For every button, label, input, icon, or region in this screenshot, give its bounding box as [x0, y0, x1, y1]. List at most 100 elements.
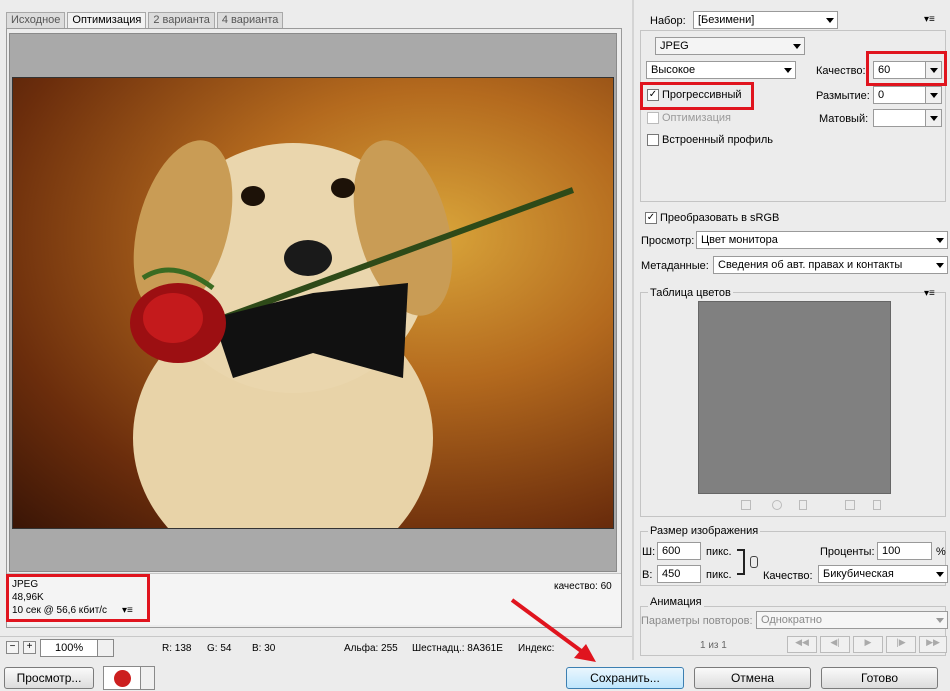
tab-optimized[interactable]: Оптимизация	[67, 12, 147, 28]
new-color-icon[interactable]	[845, 500, 855, 510]
chevron-down-icon	[936, 238, 944, 243]
preset-value: [Безимени]	[698, 14, 755, 26]
lock-icon[interactable]	[799, 500, 807, 510]
percent-input[interactable]: 100	[877, 542, 932, 560]
play-button[interactable]: ▶	[853, 636, 883, 653]
highlight-box-progressive	[640, 82, 754, 110]
chevron-down-icon	[97, 640, 113, 656]
color-table-swatches[interactable]	[698, 301, 891, 494]
done-button[interactable]: Готово	[821, 667, 938, 689]
resample-quality-label: Качество:	[763, 570, 813, 582]
format-select[interactable]: JPEG	[655, 37, 805, 55]
preset-select[interactable]: [Безимени]	[693, 11, 838, 29]
panel-divider	[632, 0, 634, 660]
link-bracket	[737, 549, 745, 575]
save-button[interactable]: Сохранить...	[566, 667, 684, 689]
srgb-label: Преобразовать в sRGB	[660, 212, 780, 224]
status-hex: Шестнадц.: 8A361E	[412, 643, 503, 654]
status-alpha: Альфа: 255	[344, 643, 398, 654]
settings-menu-icon[interactable]: ▾≡	[924, 14, 935, 25]
zoom-value: 100%	[55, 642, 84, 654]
percent-sign: %	[936, 546, 946, 558]
percent-label: Проценты:	[820, 546, 875, 558]
preview-image[interactable]	[12, 77, 614, 529]
trash-icon[interactable]	[873, 500, 881, 510]
width-input[interactable]: 600	[657, 542, 701, 560]
color-table-menu-icon[interactable]: ▾≡	[924, 288, 935, 299]
tab-original[interactable]: Исходное	[6, 12, 66, 28]
blur-label: Размытие:	[816, 90, 870, 102]
browser-select[interactable]	[103, 666, 155, 690]
percent-value: 100	[882, 545, 901, 557]
opera-icon	[114, 670, 131, 687]
view-tabs: Исходное Оптимизация 2 варианта 4 вариан…	[6, 12, 285, 28]
cancel-button[interactable]: Отмена	[694, 667, 811, 689]
chevron-down-icon	[826, 18, 834, 23]
tab-4-up[interactable]: 4 варианта	[216, 12, 284, 28]
next-frame-button[interactable]: |▶	[886, 636, 916, 653]
resample-quality-value: Бикубическая	[823, 568, 894, 580]
last-frame-button[interactable]: ▶▶	[919, 636, 947, 653]
preview-label: Просмотр:	[641, 235, 695, 247]
zoom-in-button[interactable]: +	[23, 641, 36, 654]
quality-level-select[interactable]: Высокое	[646, 61, 796, 79]
icc-profile-label: Встроенный профиль	[662, 134, 774, 146]
status-b: B: 30	[252, 643, 276, 654]
chevron-down-icon	[936, 263, 944, 268]
chevron-down-icon	[936, 572, 944, 577]
icc-profile-checkbox[interactable]	[647, 134, 659, 146]
chevron-down-icon[interactable]	[925, 87, 941, 103]
loop-label: Параметры повторов:	[641, 615, 753, 627]
metadata-label: Метаданные:	[641, 260, 709, 272]
chevron-down-icon	[140, 667, 154, 689]
preview-value: Цвет монитора	[701, 234, 778, 246]
red-arrow-annotation	[510, 598, 596, 662]
width-unit: пикс.	[706, 546, 732, 558]
chevron-down-icon	[936, 618, 944, 623]
format-value: JPEG	[660, 40, 689, 52]
highlight-box-quality	[866, 51, 947, 86]
width-value: 600	[662, 545, 681, 557]
zoom-select[interactable]: 100%	[40, 639, 114, 657]
frame-counter: 1 из 1	[700, 640, 727, 651]
prev-frame-button[interactable]: ◀|	[820, 636, 850, 653]
status-r: R: 138	[162, 643, 192, 654]
blur-input[interactable]: 0	[873, 86, 942, 104]
preview-browser-button[interactable]: Просмотр...	[4, 667, 94, 689]
optimized-label: Оптимизация	[662, 112, 731, 124]
matte-select[interactable]	[873, 109, 942, 127]
quality-label: Качество:	[816, 65, 866, 77]
image-size-title: Размер изображения	[648, 525, 761, 537]
select-color-icon[interactable]	[741, 500, 751, 510]
preset-label: Набор:	[650, 15, 686, 27]
loop-value: Однократно	[761, 614, 822, 626]
resample-quality-select[interactable]: Бикубическая	[818, 565, 948, 583]
metadata-value: Сведения об авт. правах и контакты	[718, 259, 903, 271]
tab-2-up[interactable]: 2 варианта	[148, 12, 215, 28]
color-table-title: Таблица цветов	[648, 287, 733, 299]
height-input[interactable]: 450	[657, 565, 701, 583]
blur-value: 0	[878, 89, 885, 101]
zoom-out-button[interactable]: −	[6, 641, 19, 654]
optimized-checkbox[interactable]	[647, 112, 659, 124]
animation-title: Анимация	[648, 596, 704, 608]
width-label: Ш:	[642, 546, 656, 558]
status-g: G: 54	[207, 643, 232, 654]
matte-label: Матовый:	[819, 113, 869, 125]
highlight-box-info	[6, 574, 150, 622]
first-frame-button[interactable]: ◀◀	[787, 636, 817, 653]
loop-select[interactable]: Однократно	[756, 611, 948, 629]
height-value: 450	[662, 568, 681, 580]
srgb-checkbox[interactable]: ✓	[645, 212, 657, 224]
preview-select[interactable]: Цвет монитора	[696, 231, 948, 249]
chevron-down-icon	[793, 44, 801, 49]
quality-level-value: Высокое	[651, 64, 696, 76]
chevron-down-icon	[784, 68, 792, 73]
height-unit: пикс.	[706, 569, 732, 581]
chain-link-icon[interactable]	[750, 556, 758, 568]
puppy-image	[130, 140, 575, 528]
web-shift-icon[interactable]	[772, 500, 782, 510]
chevron-down-icon[interactable]	[925, 110, 941, 126]
metadata-select[interactable]: Сведения об авт. правах и контакты	[713, 256, 948, 274]
height-label: В:	[642, 569, 653, 581]
